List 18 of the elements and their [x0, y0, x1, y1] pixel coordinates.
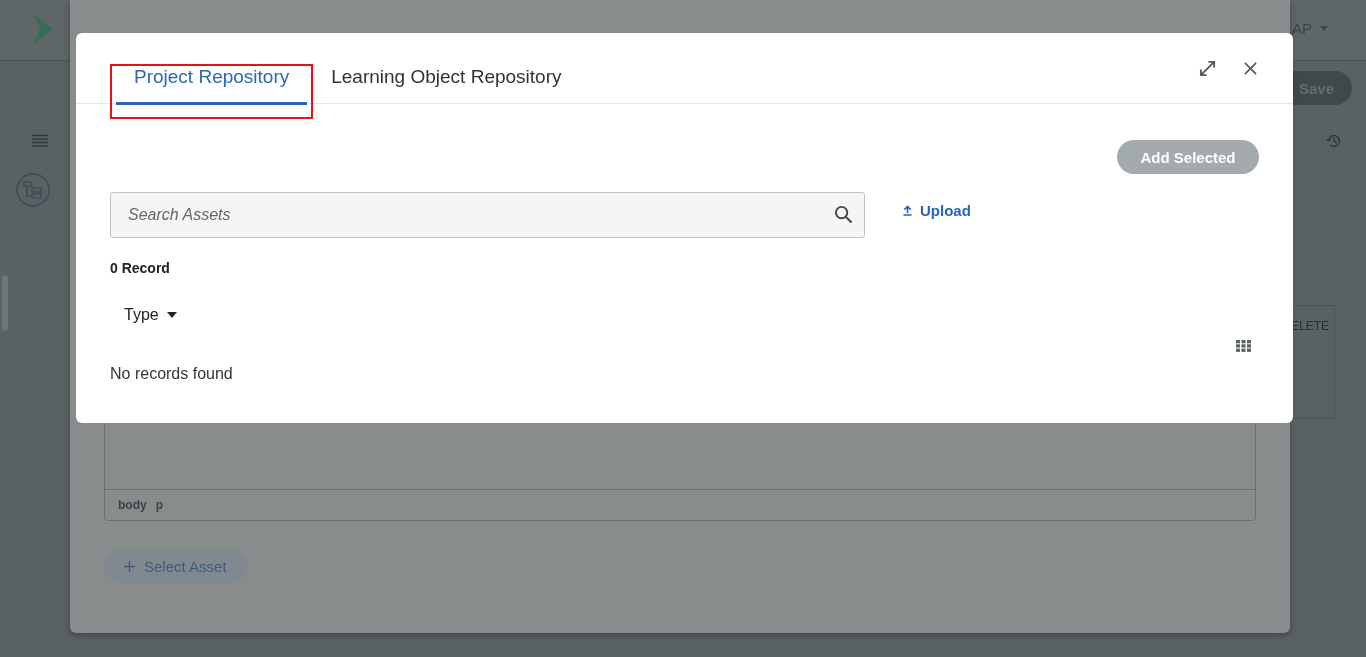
record-count: 0 Record: [110, 260, 171, 276]
search-field[interactable]: Search Assets: [110, 192, 865, 238]
repository-tab[interactable]: Learning Object Repository: [319, 66, 574, 105]
select-asset-button[interactable]: Select Asset: [104, 549, 247, 583]
caret-icon: [1320, 26, 1328, 31]
type-filter-dropdown[interactable]: Type: [124, 306, 177, 324]
search-icon[interactable]: [834, 205, 853, 224]
caret-icon: [166, 312, 177, 318]
element-path-item[interactable]: p: [155, 498, 163, 512]
grid-view-icon[interactable]: [1236, 340, 1251, 352]
upload-icon: [903, 205, 912, 216]
element-path-item[interactable]: body: [118, 498, 147, 512]
expand-icon[interactable]: [1199, 59, 1216, 77]
repository-tab[interactable]: Project Repository: [116, 66, 308, 105]
upload-link[interactable]: Upload: [903, 202, 971, 219]
empty-message: No records found: [110, 365, 234, 383]
plus-icon: [124, 560, 135, 572]
close-icon[interactable]: [1244, 61, 1257, 75]
